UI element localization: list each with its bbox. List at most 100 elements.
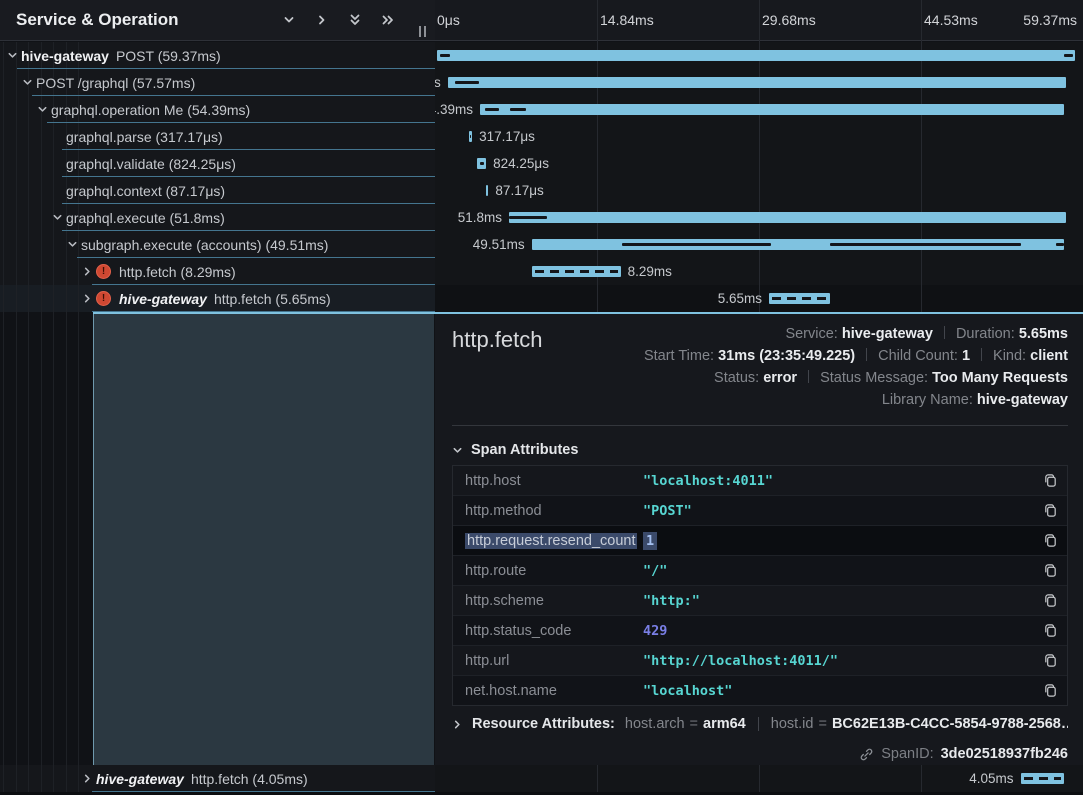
tree-panel-header: Service & Operation [0,0,435,41]
span-row-name-cell[interactable]: !http.fetch (8.29ms) [0,258,435,285]
span-row[interactable]: POST /graphql (57.57ms)57.57ms [0,69,1083,96]
chevron-right-icon[interactable] [82,266,96,277]
span-row-name-cell[interactable]: graphql.context (87.17μs) [0,177,435,204]
span-row-timeline-cell[interactable]: 824.25μs [435,150,1083,177]
span-row[interactable]: graphql.parse (317.17μs) 317.17μs [0,123,1083,150]
span-tree-bottom: hive-gatewayhttp.fetch (4.05ms)4.05ms [0,765,1083,792]
span-row[interactable]: hive-gatewayPOST (59.37ms)59.37ms [0,42,1083,69]
attribute-row[interactable]: http.request.resend_count1 [453,526,1067,556]
link-icon[interactable] [859,747,874,762]
meta-divider [808,370,809,383]
copy-icon[interactable] [1043,503,1058,518]
attribute-key: http.method [465,503,643,519]
span-bar[interactable] [769,293,830,304]
selected-span-highlight-block [93,312,434,765]
span-row-name-cell[interactable]: POST /graphql (57.57ms) [0,69,435,96]
span-bar[interactable] [486,185,488,196]
span-row[interactable]: subgraph.execute (accounts) (49.51ms)49.… [0,231,1083,258]
chevron-right-icon[interactable] [315,13,329,27]
span-bar[interactable] [509,212,1066,223]
copy-icon[interactable] [1043,593,1058,608]
meta-divider [944,326,945,339]
span-row-timeline-cell[interactable]: 87.17μs [435,177,1083,204]
copy-icon[interactable] [1043,473,1058,488]
attribute-row[interactable]: http.method"POST" [453,496,1067,526]
chevron-down-icon[interactable] [37,104,51,115]
span-row-name-cell[interactable]: graphql.execute (51.8ms) [0,204,435,231]
attribute-row[interactable]: http.host"localhost:4011" [453,466,1067,496]
span-row-timeline-cell[interactable]: 57.57ms [435,69,1083,96]
copy-icon[interactable] [1043,653,1058,668]
span-row[interactable]: graphql.execute (51.8ms)51.8ms [0,204,1083,231]
attribute-row[interactable]: http.status_code429 [453,616,1067,646]
span-row-name-cell[interactable]: subgraph.execute (accounts) (49.51ms) [0,231,435,258]
resource-attributes-row[interactable]: Resource Attributes: host.arch=arm64host… [452,716,1068,732]
chevron-down-icon[interactable] [282,13,296,27]
chevron-down-icon [22,77,33,88]
meta-value: hive-gateway [842,326,933,342]
span-row-timeline-cell[interactable]: 59.37ms [435,42,1083,69]
timeline-ruler[interactable]: 0μs14.84ms29.68ms44.53ms59.37ms [435,0,1083,41]
selected-span-accent-line [93,312,1083,314]
span-id-label: SpanID: [881,746,933,762]
span-bar[interactable] [480,104,1064,115]
column-resize-handle[interactable] [419,26,426,37]
span-row-name-cell[interactable]: hive-gatewayPOST (59.37ms) [0,42,435,69]
span-bar[interactable] [1021,773,1065,784]
span-row-timeline-cell[interactable]: 49.51ms [435,231,1083,258]
error-icon: ! [96,291,111,306]
span-row-timeline-cell[interactable]: 317.17μs [435,123,1083,150]
copy-icon[interactable] [1043,563,1058,578]
attribute-row[interactable]: http.url"http://localhost:4011/" [453,646,1067,676]
copy-icon[interactable] [1043,533,1058,548]
span-row[interactable]: !http.fetch (8.29ms)8.29ms [0,258,1083,285]
attribute-row[interactable]: http.route"/" [453,556,1067,586]
meta-label: Kind: [993,348,1030,364]
row-border [17,68,435,69]
attribute-key: http.status_code [465,623,643,639]
span-operation-label: http.fetch (8.29ms) [119,264,236,280]
span-bar[interactable] [532,239,1064,250]
span-row[interactable]: !hive-gatewayhttp.fetch (5.65ms) 5.65ms [0,285,1083,312]
span-bar[interactable] [477,158,486,169]
span-row-timeline-cell[interactable]: 51.8ms [435,204,1083,231]
ruler-tick-label: 0μs [437,12,460,28]
span-bar[interactable] [448,77,1067,88]
ruler-tick-label: 29.68ms [762,12,816,28]
chevron-right-icon[interactable] [82,293,96,304]
copy-icon[interactable] [1043,623,1058,638]
chevron-down-icon[interactable] [7,50,21,61]
chevron-right-icon[interactable] [82,773,96,784]
span-bar[interactable] [532,266,621,277]
chevron-down-icon[interactable] [52,212,66,223]
chevron-down-icon[interactable] [67,239,81,250]
double-chevron-down-icon[interactable] [348,13,362,27]
span-duration-label: 317.17μs [479,123,535,150]
span-duration-label: 54.39ms [435,96,473,123]
attribute-row[interactable]: http.scheme"http:" [453,586,1067,616]
attribute-row[interactable]: net.host.name"localhost" [453,676,1067,705]
chevron-down-icon[interactable] [22,77,36,88]
span-row[interactable]: graphql.context (87.17μs)87.17μs [0,177,1083,204]
span-row-name-cell[interactable]: graphql.operation Me (54.39ms) [0,96,435,123]
span-row-timeline-cell[interactable]: 5.65ms [435,285,1083,312]
span-bar[interactable] [437,50,1075,61]
page-title: Service & Operation [16,10,179,30]
double-chevron-right-icon[interactable] [381,13,395,27]
span-attributes-header[interactable]: Span Attributes [452,442,578,458]
span-row-timeline-cell[interactable]: 54.39ms [435,96,1083,123]
span-operation-label: http.fetch (5.65ms) [214,291,331,307]
copy-icon[interactable] [1043,683,1058,698]
span-row-name-cell[interactable]: hive-gatewayhttp.fetch (4.05ms) [0,765,435,792]
span-row-timeline-cell[interactable]: 8.29ms [435,258,1083,285]
span-row[interactable]: graphql.operation Me (54.39ms)54.39ms [0,96,1083,123]
span-duration-label: 5.65ms [718,285,762,312]
span-bar[interactable] [469,131,472,142]
span-row-timeline-cell[interactable]: 4.05ms [435,765,1083,792]
span-row[interactable]: hive-gatewayhttp.fetch (4.05ms)4.05ms [0,765,1083,792]
span-row-name-cell[interactable]: !hive-gatewayhttp.fetch (5.65ms) [0,285,435,312]
span-row-name-cell[interactable]: graphql.validate (824.25μs) [0,150,435,177]
span-row-name-cell[interactable]: graphql.parse (317.17μs) [0,123,435,150]
span-row[interactable]: graphql.validate (824.25μs)824.25μs [0,150,1083,177]
meta-value: client [1030,348,1068,364]
